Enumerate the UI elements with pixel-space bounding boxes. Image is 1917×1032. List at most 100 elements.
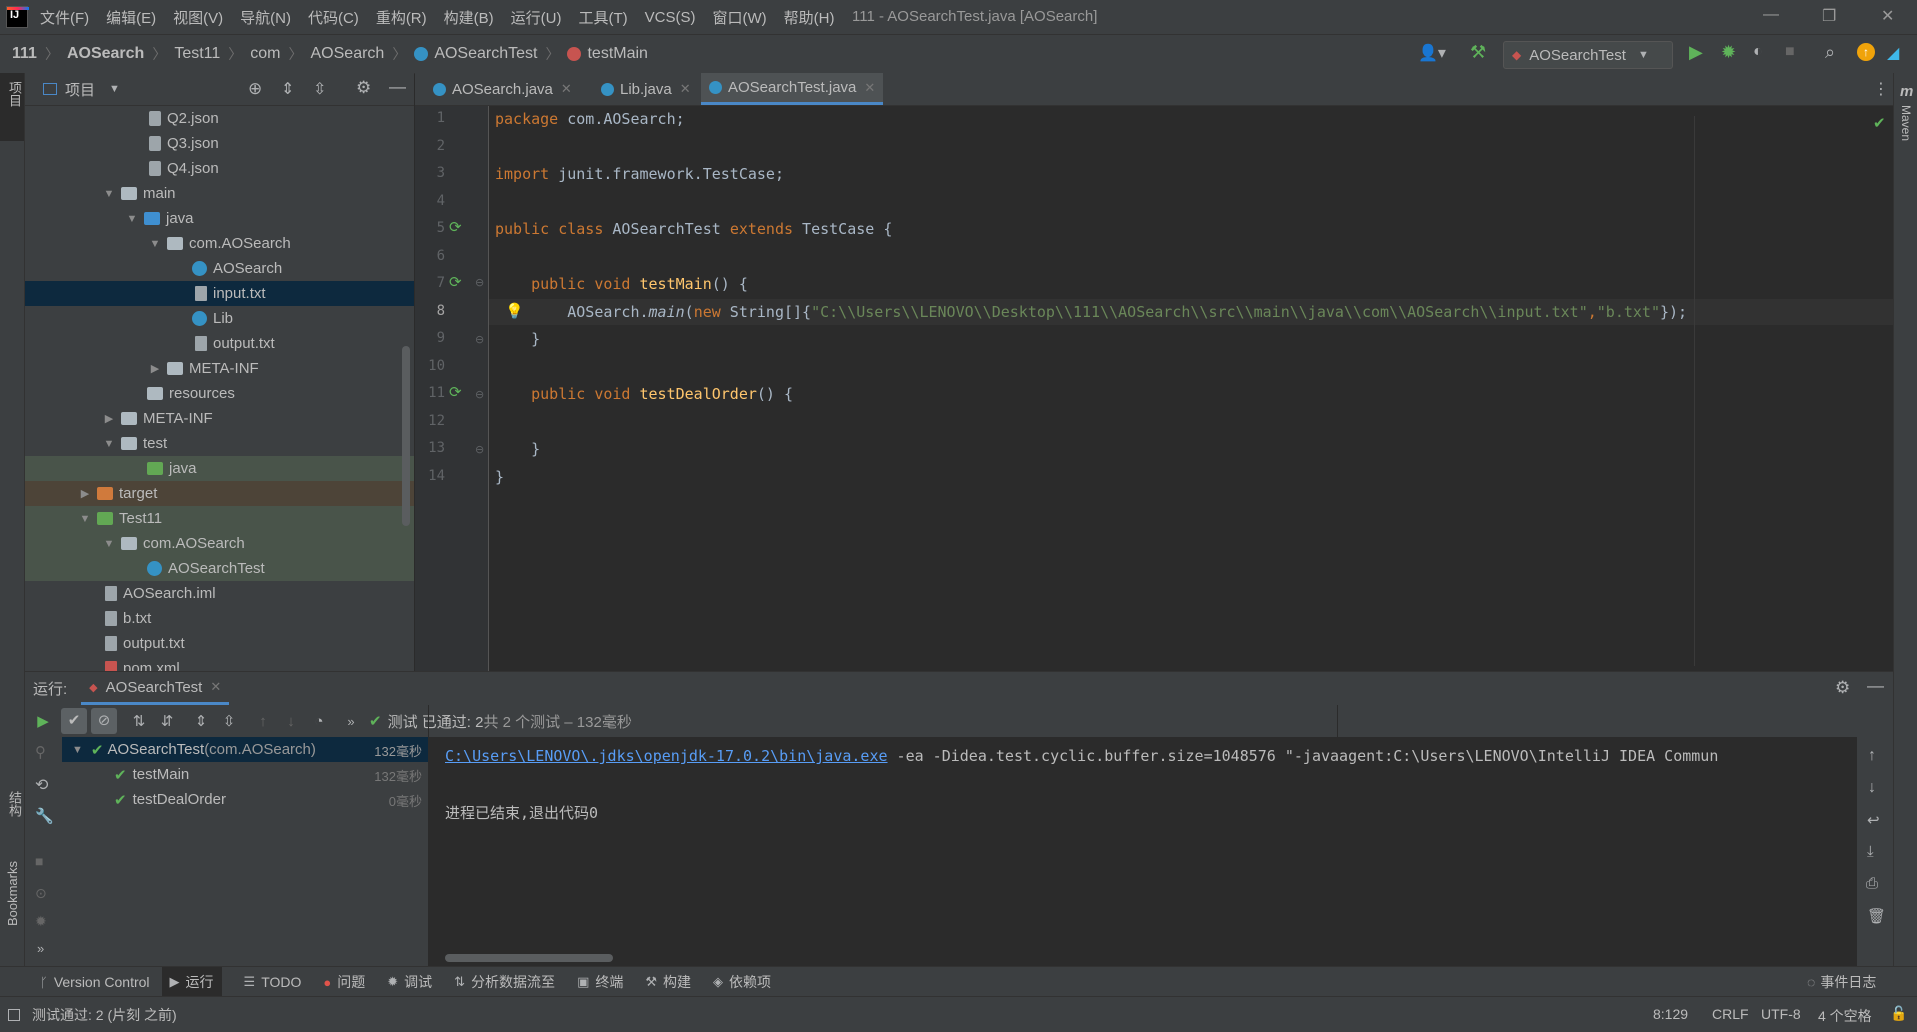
minimize-icon[interactable]: —	[1763, 6, 1779, 24]
menu-run[interactable]: 运行(U)	[511, 7, 562, 28]
menu-refactor[interactable]: 重构(R)	[376, 7, 427, 28]
menu-build[interactable]: 构建(B)	[444, 7, 494, 28]
tool-todo[interactable]: ☰ TODO	[244, 974, 302, 990]
run-tab[interactable]: ◆ AOSearchTest ✕	[81, 672, 230, 705]
sort-alpha-icon[interactable]: ⇅	[125, 712, 153, 730]
scroll-to-end-icon[interactable]: ⤓	[1867, 843, 1874, 860]
soft-wrap-icon[interactable]: ↩	[1867, 811, 1880, 829]
tree-node-target[interactable]: ▶ target	[25, 481, 414, 506]
tree-node-q4-json[interactable]: Q4.json	[25, 156, 414, 181]
breadcrumb-method[interactable]: testMain	[587, 45, 647, 63]
chevron-right-icon[interactable]: ▶	[149, 362, 161, 375]
collapse-all-icon[interactable]: ⇳	[215, 712, 243, 730]
fold-icon[interactable]: ⊖	[475, 443, 484, 456]
chevron-down-icon[interactable]: ▼	[109, 83, 120, 95]
console-scrollbar[interactable]	[445, 954, 613, 962]
breadcrumb-project[interactable]: 111	[12, 45, 37, 63]
test-case-row[interactable]: ✔ testMain 132毫秒	[62, 762, 428, 787]
wrench-icon[interactable]: 🔧	[35, 807, 54, 825]
pin-icon[interactable]: ⚲	[35, 743, 46, 761]
tree-node-aosearch-class[interactable]: AOSearch	[25, 256, 414, 281]
tool-version-control[interactable]: ᚴ Version Control	[40, 974, 150, 990]
breadcrumb-folder[interactable]: Test11	[174, 45, 220, 63]
coverage-icon[interactable]: ◐	[1753, 43, 1763, 61]
tree-node-java[interactable]: ▼ java	[25, 206, 414, 231]
show-ignored-icon[interactable]: ⊘	[91, 708, 117, 734]
tree-scrollbar[interactable]	[402, 346, 410, 526]
close-icon[interactable]: ✕	[1881, 6, 1894, 26]
more-icon[interactable]: »	[337, 714, 365, 729]
toggle-tool-windows-icon[interactable]	[8, 1008, 20, 1021]
chevron-down-icon[interactable]: ▼	[79, 513, 91, 525]
more-icon[interactable]: »	[37, 941, 44, 956]
chevron-down-icon[interactable]: ▼	[149, 238, 161, 250]
breadcrumb-package-com[interactable]: com	[250, 45, 280, 63]
show-passed-icon[interactable]: ✔	[61, 708, 87, 734]
tree-node-aosearch-iml[interactable]: AOSearch.iml	[25, 581, 414, 606]
chevron-right-icon[interactable]: ▶	[103, 412, 115, 425]
java-executable-link[interactable]: C:\Users\LENOVO\.jdks\openjdk-17.0.2\bin…	[445, 747, 888, 765]
tree-node-main[interactable]: ▼ main	[25, 181, 414, 206]
tree-node-aosearchtest-class[interactable]: AOSearchTest	[25, 556, 414, 581]
tab-lib-java[interactable]: Lib.java ✕	[593, 73, 699, 105]
user-icon[interactable]: 👤▾	[1418, 43, 1446, 63]
camera-icon[interactable]: ⊙	[35, 885, 47, 902]
tree-node-test[interactable]: ▼ test	[25, 431, 414, 456]
update-icon[interactable]: ↑	[1857, 43, 1875, 61]
tree-node-q3-json[interactable]: Q3.json	[25, 131, 414, 156]
stop-icon[interactable]: ■	[1785, 43, 1795, 61]
more-options-icon[interactable]: ⋮	[1873, 79, 1889, 99]
menu-help[interactable]: 帮助(H)	[784, 7, 835, 28]
tool-debug[interactable]: ✹ 调试	[387, 972, 432, 992]
expand-all-icon[interactable]: ⇕	[187, 712, 215, 730]
menu-tools[interactable]: 工具(T)	[578, 7, 627, 28]
hide-panel-icon[interactable]: —	[1867, 676, 1884, 696]
tree-node-q2-json[interactable]: Q2.json	[25, 106, 414, 131]
locate-target-icon[interactable]: ⊕	[248, 79, 262, 99]
tool-run[interactable]: ▶ 运行	[161, 967, 222, 997]
menu-code[interactable]: 代码(C)	[308, 7, 359, 28]
tree-node-test11[interactable]: ▼ Test11	[25, 506, 414, 531]
gear-icon[interactable]: ⚙	[356, 78, 371, 98]
expand-all-icon[interactable]: ⇕	[281, 79, 294, 99]
project-tool-button[interactable]: 项目	[0, 73, 24, 141]
tree-node-package[interactable]: ▼ com.AOSearch	[25, 231, 414, 256]
chevron-down-icon[interactable]: ▼	[103, 188, 115, 200]
search-icon[interactable]: ⌕	[1825, 42, 1835, 63]
toggle-auto-test-icon[interactable]: ⟲	[35, 775, 48, 795]
tree-node-meta-inf[interactable]: ▶ META-INF	[25, 356, 414, 381]
chevron-right-icon[interactable]: ▶	[79, 487, 91, 500]
run-test-method-icon[interactable]: ⟳	[449, 273, 462, 291]
tree-node-lib-class[interactable]: Lib	[25, 306, 414, 331]
toolbox-icon[interactable]: ◢	[1887, 43, 1899, 63]
rerun-icon[interactable]: ▶	[31, 712, 55, 730]
run-test-method-icon[interactable]: ⟳	[449, 383, 462, 401]
file-encoding[interactable]: UTF-8	[1761, 1006, 1801, 1022]
structure-tool-label[interactable]: 结构	[5, 791, 24, 817]
tree-node-test-java[interactable]: java	[25, 456, 414, 481]
test-case-row[interactable]: ✔ testDealOrder 0毫秒	[62, 787, 428, 812]
arrow-up-icon[interactable]: ↑	[1868, 747, 1876, 765]
trash-icon[interactable]: 🗑	[1867, 907, 1886, 925]
menu-edit[interactable]: 编辑(E)	[106, 7, 156, 28]
status-message[interactable]: 测试通过: 2 (片刻 之前)	[32, 1005, 177, 1025]
tool-build[interactable]: ⚒ 构建	[645, 972, 691, 992]
fold-icon[interactable]: ⊖	[475, 276, 484, 289]
tree-node-b-txt[interactable]: b.txt	[25, 606, 414, 631]
close-tab-icon[interactable]: ✕	[864, 80, 875, 96]
event-log-button[interactable]: ◌ 事件日志	[1807, 967, 1876, 997]
tab-aosearchtest-java[interactable]: AOSearchTest.java ✕	[701, 73, 884, 105]
run-configuration-select[interactable]: ◆ AOSearchTest ▼	[1503, 41, 1673, 69]
menu-file[interactable]: 文件(F)	[40, 7, 89, 28]
indent-setting[interactable]: 4 个空格	[1818, 1006, 1872, 1026]
tree-node-meta-inf-2[interactable]: ▶ META-INF	[25, 406, 414, 431]
close-tab-icon[interactable]: ✕	[210, 679, 221, 695]
test-suite-row[interactable]: ▼ ✔ AOSearchTest (com.AOSearch) 132毫秒	[62, 737, 428, 762]
menu-navigate[interactable]: 导航(N)	[240, 7, 291, 28]
tree-node-pom-xml[interactable]: pom.xml	[25, 656, 414, 671]
breadcrumb-package-aosearch[interactable]: AOSearch	[311, 45, 385, 63]
lightbulb-icon[interactable]: 💡	[505, 302, 524, 320]
console-output[interactable]: C:\Users\LENOVO\.jdks\openjdk-17.0.2\bin…	[429, 737, 1857, 966]
line-separator[interactable]: CRLF	[1712, 1006, 1749, 1022]
restore-icon[interactable]: ❐	[1822, 6, 1836, 26]
